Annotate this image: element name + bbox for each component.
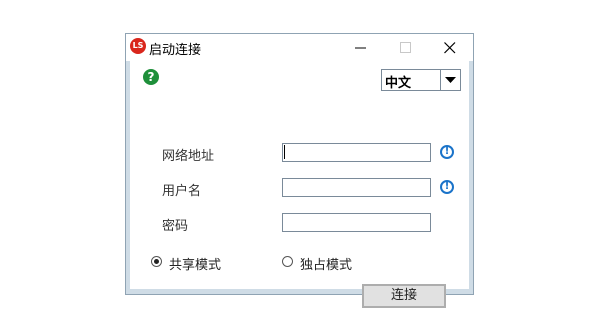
- username-info-icon[interactable]: !: [440, 180, 454, 194]
- dialog-content: ? 中文 网络地址 ! 用户名 ! 密码 共享模式 独占模式 连接: [130, 61, 469, 308]
- shared-mode-radio[interactable]: [151, 256, 162, 267]
- minimize-button[interactable]: [339, 34, 384, 61]
- username-input[interactable]: [282, 178, 431, 197]
- password-label: 密码: [162, 219, 189, 234]
- help-icon[interactable]: ?: [143, 69, 159, 85]
- minimize-icon: [355, 47, 366, 49]
- radio-selected-dot: [154, 259, 159, 264]
- address-info-icon[interactable]: !: [440, 145, 454, 159]
- window-title: 启动连接: [149, 43, 202, 58]
- language-selected-value: 中文: [385, 76, 412, 91]
- connect-button[interactable]: 连接: [362, 284, 446, 308]
- maximize-icon: [400, 42, 411, 53]
- language-dropdown-button[interactable]: [440, 70, 460, 90]
- title-bar[interactable]: LS 启动连接: [126, 34, 473, 61]
- language-select[interactable]: 中文: [381, 69, 461, 91]
- chevron-down-icon: [445, 77, 456, 83]
- close-icon: [444, 42, 456, 54]
- exclusive-mode-label[interactable]: 独占模式: [300, 254, 352, 273]
- text-cursor: [284, 145, 285, 159]
- maximize-button: [384, 34, 429, 61]
- address-input[interactable]: [282, 143, 431, 162]
- close-button[interactable]: [428, 34, 473, 61]
- app-logo-icon: LS: [130, 38, 146, 54]
- address-label: 网络地址: [162, 149, 215, 164]
- shared-mode-label[interactable]: 共享模式: [169, 254, 221, 273]
- exclusive-mode-radio[interactable]: [282, 256, 293, 267]
- password-input[interactable]: [282, 213, 431, 232]
- username-label: 用户名: [162, 184, 202, 199]
- connection-dialog: LS 启动连接 ? 中文 网络地址 ! 用户名 ! 密码 共享模式 独占模式 连…: [125, 33, 474, 308]
